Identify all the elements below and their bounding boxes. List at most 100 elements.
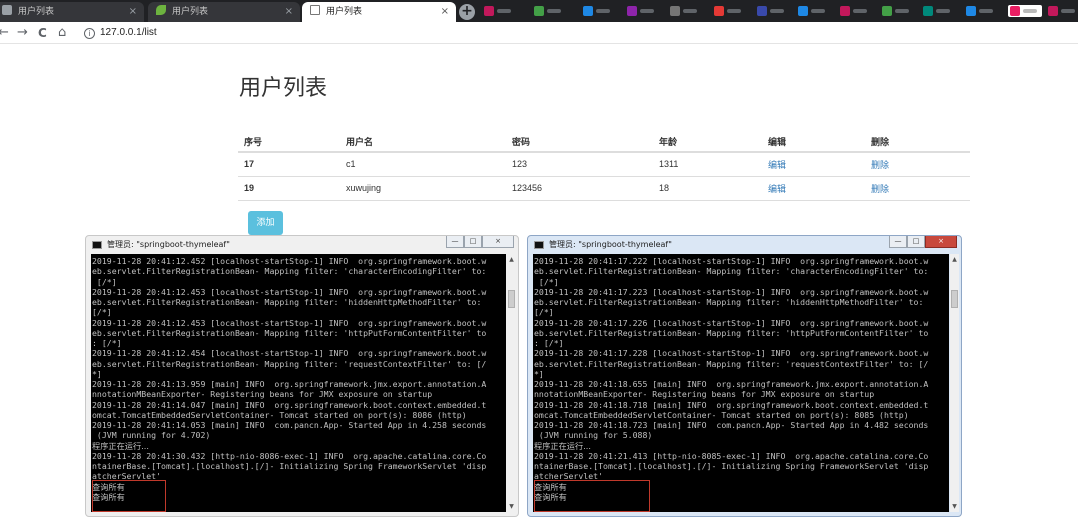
site-icon — [923, 6, 933, 16]
scroll-up-icon[interactable]: ▲ — [951, 256, 958, 263]
mini-tab[interactable] — [964, 5, 1004, 17]
console-line: 2019-11-28 20:41:13.959 [main] INFO org.… — [92, 379, 487, 389]
column-header-age: 年龄 — [653, 132, 762, 153]
console-line: ntainerBase.[Tomcat].[localhost].[/]- In… — [92, 461, 487, 471]
mini-tab[interactable] — [755, 5, 793, 17]
cell-password: 123456 — [506, 176, 653, 201]
forward-icon[interactable]: → — [17, 25, 28, 41]
mini-tab[interactable] — [532, 5, 576, 17]
console-line: ntainerBase.[Tomcat].[localhost].[/]- In… — [534, 461, 929, 471]
table-header-row: 序号 用户名 密码 年龄 编辑 删除 — [238, 132, 970, 153]
mini-tab[interactable] — [921, 5, 961, 17]
mini-tab[interactable] — [668, 5, 708, 17]
reload-icon[interactable]: C — [38, 25, 47, 41]
console-line: 2019-11-28 20:41:12.454 [localhost-start… — [92, 348, 487, 359]
console-line: eb.servlet.FilterRegistrationBean- Mappi… — [534, 358, 929, 369]
mini-tab[interactable] — [1008, 5, 1042, 17]
window-title: 管理员: "springboot-thymeleaf" — [107, 240, 230, 249]
highlight-box — [92, 480, 166, 512]
console-window-2[interactable]: 管理员: "springboot-thymeleaf" — □ × 2019-11-… — [527, 235, 962, 517]
tab-label: 用户列表 — [326, 7, 363, 17]
tab-label: 用户列表 — [18, 7, 55, 17]
edit-link[interactable]: 编辑 — [768, 160, 786, 170]
console-window-1[interactable]: 管理员: "springboot-thymeleaf" — □ × 2019-11-… — [85, 235, 519, 517]
console-scrollbar[interactable]: ▲ ▼ — [950, 254, 959, 512]
console-line: 2019-11-28 20:41:12.453 [localhost-start… — [92, 286, 487, 297]
mini-tab[interactable] — [796, 5, 834, 17]
site-icon — [670, 6, 680, 16]
console-line: 2019-11-28 20:41:17.222 [localhost-start… — [534, 256, 929, 266]
window-titlebar[interactable]: 管理员: "springboot-thymeleaf" — □ × — [86, 236, 518, 254]
window-controls: — □ × — [889, 236, 957, 250]
site-icon — [882, 6, 892, 16]
info-icon[interactable]: i — [84, 28, 95, 39]
console-line: 2019-11-28 20:41:30.432 [http-nio-8086-e… — [92, 450, 487, 461]
console-line: 2019-11-28 20:41:18.723 [main] INFO com.… — [534, 420, 929, 430]
cell-edit: 编辑 — [762, 176, 865, 201]
console-line: eb.servlet.FilterRegistrationBean- Mappi… — [92, 297, 482, 307]
close-tab-icon[interactable]: × — [285, 2, 293, 22]
add-button[interactable]: 添加 — [248, 211, 283, 235]
back-icon[interactable]: ← — [0, 25, 9, 41]
close-button[interactable]: × — [925, 236, 957, 248]
highlight-box — [534, 480, 650, 512]
site-icon — [714, 6, 724, 16]
cell-id: 17 — [238, 152, 340, 177]
page-icon — [2, 5, 12, 15]
scroll-thumb[interactable] — [508, 290, 515, 308]
maximize-button[interactable]: □ — [907, 236, 925, 248]
console-lines: 2019-11-28 20:41:12.452 [localhost-start… — [92, 256, 506, 502]
minimize-button[interactable]: — — [889, 236, 907, 248]
browser-tab-3[interactable]: 用户列表 × — [302, 2, 456, 22]
console-line: eb.servlet.FilterRegistrationBean- Mappi… — [534, 297, 924, 307]
scroll-thumb[interactable] — [951, 290, 958, 308]
mini-tab[interactable] — [581, 5, 621, 17]
console-scrollbar[interactable]: ▲ ▼ — [507, 254, 516, 512]
browser-tab-1[interactable]: 用户列表 × — [0, 2, 144, 22]
cell-password: 123 — [506, 152, 653, 177]
browser-tab-2[interactable]: 用户列表 × — [148, 2, 300, 22]
mini-tab[interactable] — [712, 5, 752, 17]
console-line: : [/*] — [92, 338, 122, 348]
edit-link[interactable]: 编辑 — [768, 184, 786, 194]
address-bar[interactable]: i 127.0.0.1/list — [84, 26, 157, 40]
column-header-id: 序号 — [238, 132, 340, 153]
mini-tab[interactable] — [625, 5, 665, 17]
leaf-icon — [156, 5, 166, 15]
window-titlebar[interactable]: 管理员: "springboot-thymeleaf" — □ × — [528, 236, 961, 254]
delete-link[interactable]: 删除 — [871, 184, 889, 194]
console-line: 2019-11-28 20:41:18.718 [main] INFO org.… — [534, 399, 929, 410]
close-tab-icon[interactable]: × — [441, 2, 449, 22]
new-tab-icon[interactable]: + — [459, 4, 475, 20]
close-tab-icon[interactable]: × — [129, 2, 137, 22]
mini-tab[interactable] — [838, 5, 876, 17]
console-line: 2019-11-28 20:41:18.655 [main] INFO org.… — [534, 379, 929, 389]
minimize-button[interactable]: — — [446, 236, 464, 248]
console-line: 2019-11-28 20:41:17.223 [localhost-start… — [534, 286, 929, 297]
cell-edit: 编辑 — [762, 152, 865, 177]
scroll-down-icon[interactable]: ▼ — [508, 503, 515, 510]
console-line: eb.servlet.FilterRegistrationBean- Mappi… — [534, 327, 929, 338]
home-icon[interactable]: ⌂ — [58, 25, 66, 41]
mini-tab[interactable] — [880, 5, 918, 17]
cell-age: 1311 — [653, 152, 762, 177]
console-line: 2019-11-28 20:41:12.452 [localhost-start… — [92, 256, 487, 266]
close-button[interactable]: × — [482, 236, 514, 248]
console-line: eb.servlet.FilterRegistrationBean- Mappi… — [92, 266, 487, 277]
console-output[interactable]: 2019-11-28 20:41:12.452 [localhost-start… — [91, 254, 506, 512]
delete-link[interactable]: 删除 — [871, 160, 889, 170]
scroll-up-icon[interactable]: ▲ — [508, 256, 515, 263]
browser-toolbar: ← → C ⌂ i 127.0.0.1/list — [0, 22, 1078, 44]
window-title: 管理员: "springboot-thymeleaf" — [549, 240, 672, 249]
console-line: eb.servlet.FilterRegistrationBean- Mappi… — [534, 266, 929, 277]
site-icon — [840, 6, 850, 16]
console-output[interactable]: 2019-11-28 20:41:17.222 [localhost-start… — [533, 254, 949, 512]
console-line: eb.servlet.FilterRegistrationBean- Mappi… — [92, 327, 487, 338]
console-line: (JVM running for 5.088) — [534, 430, 653, 441]
mini-tab[interactable] — [1046, 5, 1078, 17]
console-line: 2019-11-28 20:41:17.226 [localhost-start… — [534, 317, 929, 328]
scroll-down-icon[interactable]: ▼ — [951, 503, 958, 510]
mini-tab[interactable] — [482, 5, 526, 17]
console-line: *] — [534, 368, 544, 379]
maximize-button[interactable]: □ — [464, 236, 482, 248]
